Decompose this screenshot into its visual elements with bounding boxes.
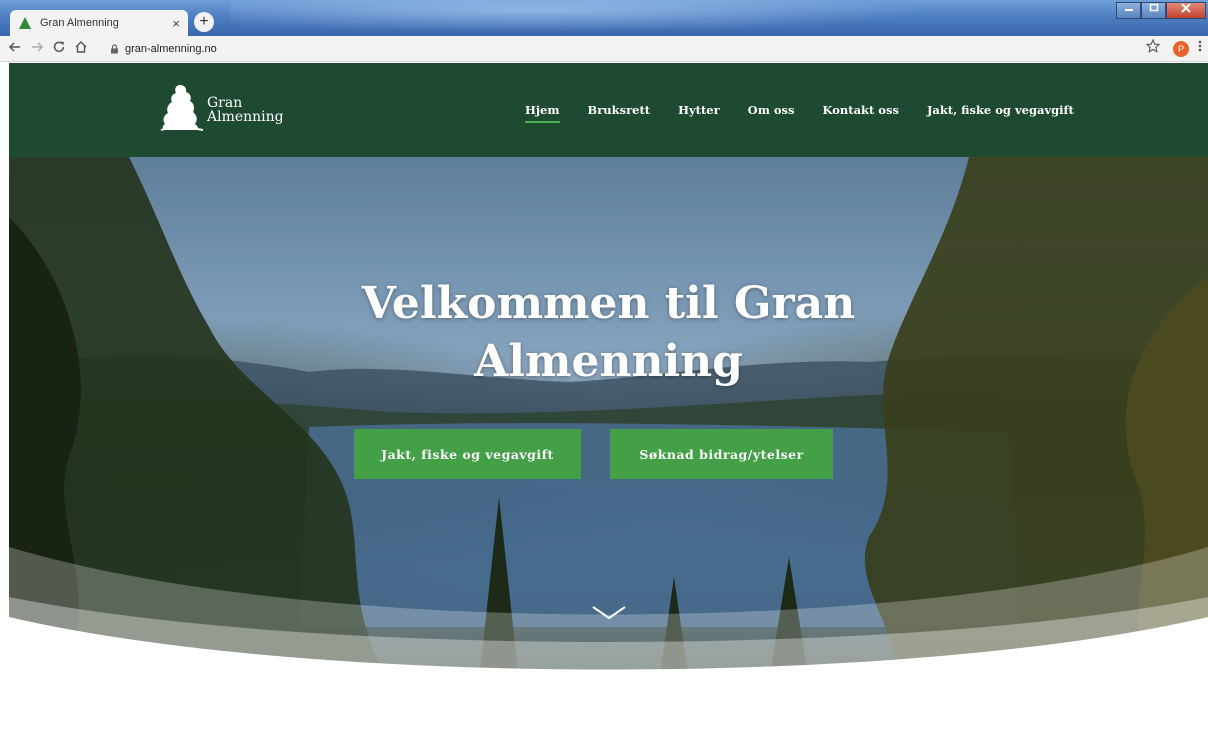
nav-item-bruksrett[interactable]: Bruksrett bbox=[588, 103, 651, 117]
tree-favicon-icon bbox=[19, 17, 31, 29]
close-window-button[interactable] bbox=[1166, 2, 1206, 19]
logo-line1: Gran bbox=[207, 95, 243, 111]
hero-title-line1: Velkommen til Gran bbox=[361, 278, 856, 329]
maximize-button[interactable] bbox=[1141, 2, 1166, 19]
nav-item-jakt-fiske-vegavgift[interactable]: Jakt, fiske og vegavgift bbox=[927, 103, 1074, 117]
application-grants-button[interactable]: Søknad bidrag/ytelser bbox=[610, 429, 833, 479]
logo-text: Gran Almenning bbox=[207, 96, 284, 124]
close-icon bbox=[1181, 3, 1191, 13]
browser-toolbar: gran-almenning.no P bbox=[0, 36, 1208, 62]
kebab-menu-icon[interactable] bbox=[1198, 39, 1202, 53]
site-header: Gran Almenning Hjem Bruksrett Hytter Om … bbox=[9, 63, 1208, 157]
address-bar[interactable]: gran-almenning.no bbox=[110, 39, 1170, 59]
new-tab-button[interactable]: + bbox=[194, 12, 214, 32]
url-text: gran-almenning.no bbox=[125, 43, 217, 55]
nav-item-om-oss[interactable]: Om oss bbox=[748, 103, 795, 117]
hero-title-line2: Almenning bbox=[474, 336, 743, 387]
maximize-icon bbox=[1149, 3, 1158, 12]
tab-close-icon[interactable]: × bbox=[172, 16, 180, 31]
main-nav: Hjem Bruksrett Hytter Om oss Kontakt oss… bbox=[525, 103, 1102, 123]
nav-item-hjem[interactable]: Hjem bbox=[525, 103, 560, 123]
browser-titlebar: Gran Almenning × + bbox=[0, 0, 1208, 36]
arrow-left-icon[interactable] bbox=[8, 40, 22, 54]
nav-item-kontakt-oss[interactable]: Kontakt oss bbox=[822, 103, 898, 117]
lock-icon bbox=[111, 44, 118, 54]
star-icon[interactable] bbox=[1146, 39, 1160, 53]
hero-section: Velkommen til Gran Almenning Jakt, fiske… bbox=[9, 157, 1208, 681]
minimize-icon bbox=[1124, 9, 1133, 11]
titlebar-glow bbox=[230, 0, 990, 36]
logo-line2: Almenning bbox=[207, 109, 284, 125]
hero-title: Velkommen til Gran Almenning bbox=[9, 275, 1208, 391]
site-logo[interactable]: Gran Almenning bbox=[159, 83, 284, 131]
browser-tab[interactable]: Gran Almenning × bbox=[10, 10, 188, 36]
home-icon[interactable] bbox=[74, 40, 88, 54]
tree-logo-icon bbox=[160, 85, 204, 131]
minimize-button[interactable] bbox=[1116, 2, 1141, 19]
reload-icon[interactable] bbox=[52, 40, 66, 54]
window-controls bbox=[1116, 2, 1206, 19]
tab-title: Gran Almenning bbox=[40, 17, 119, 29]
hunting-fishing-button[interactable]: Jakt, fiske og vegavgift bbox=[354, 429, 581, 479]
chevron-down-icon[interactable] bbox=[591, 605, 627, 621]
arrow-right-icon[interactable] bbox=[30, 40, 44, 54]
nav-item-hytter[interactable]: Hytter bbox=[678, 103, 720, 117]
profile-avatar[interactable]: P bbox=[1173, 41, 1189, 57]
